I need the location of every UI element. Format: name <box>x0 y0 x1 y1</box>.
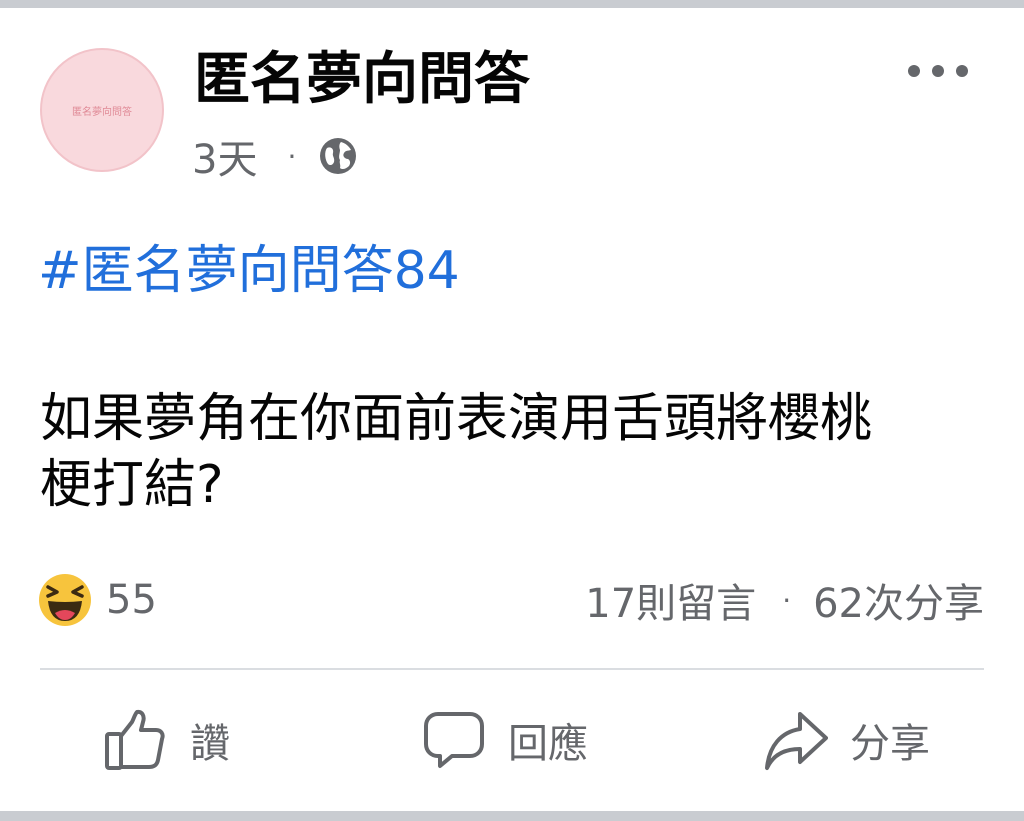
meta-separator: · <box>287 139 297 173</box>
more-dot <box>908 65 920 77</box>
thumbs-up-icon <box>104 708 168 772</box>
more-dot <box>956 65 968 77</box>
shares-count[interactable]: 62次分享 <box>813 571 984 629</box>
post-text: 如果夢角在你面前表演用舌頭將櫻桃 梗打結? <box>40 386 990 518</box>
engagement-stats: 17則留言 · 62次分享 <box>585 570 984 630</box>
post-text-line: 梗打結? <box>40 455 224 515</box>
post-text-line: 如果夢角在你面前表演用舌頭將櫻桃 <box>40 389 873 449</box>
page-name[interactable]: 匿名夢向問答 <box>194 40 530 120</box>
post-meta: 3天 · <box>192 128 358 184</box>
haha-emoji-icon <box>38 573 92 627</box>
reactions-summary[interactable]: 55 <box>38 570 157 630</box>
like-label: 讚 <box>190 721 230 767</box>
divider <box>40 668 984 670</box>
reaction-count: 55 <box>106 577 157 623</box>
page-avatar[interactable]: 匿名夢向問答 <box>40 48 164 172</box>
top-separator <box>0 0 1024 8</box>
avatar-text: 匿名夢向問答 <box>72 106 132 118</box>
stats-separator: · <box>782 583 792 617</box>
more-options-icon[interactable] <box>908 56 968 86</box>
comment-bubble-icon <box>422 708 486 772</box>
comments-count[interactable]: 17則留言 <box>585 571 756 629</box>
globe-icon[interactable] <box>318 136 358 176</box>
more-dot <box>932 65 944 77</box>
bottom-separator <box>0 811 1024 821</box>
post-time[interactable]: 3天 <box>192 127 257 185</box>
share-label: 分享 <box>850 721 930 767</box>
comment-label: 回應 <box>508 721 588 767</box>
comment-button[interactable]: 回應 <box>422 702 588 778</box>
share-arrow-icon <box>764 708 828 772</box>
share-button[interactable]: 分享 <box>764 702 930 778</box>
hashtag-link[interactable]: #匿名夢向問答84 <box>38 236 460 306</box>
like-button[interactable]: 讚 <box>104 702 230 778</box>
